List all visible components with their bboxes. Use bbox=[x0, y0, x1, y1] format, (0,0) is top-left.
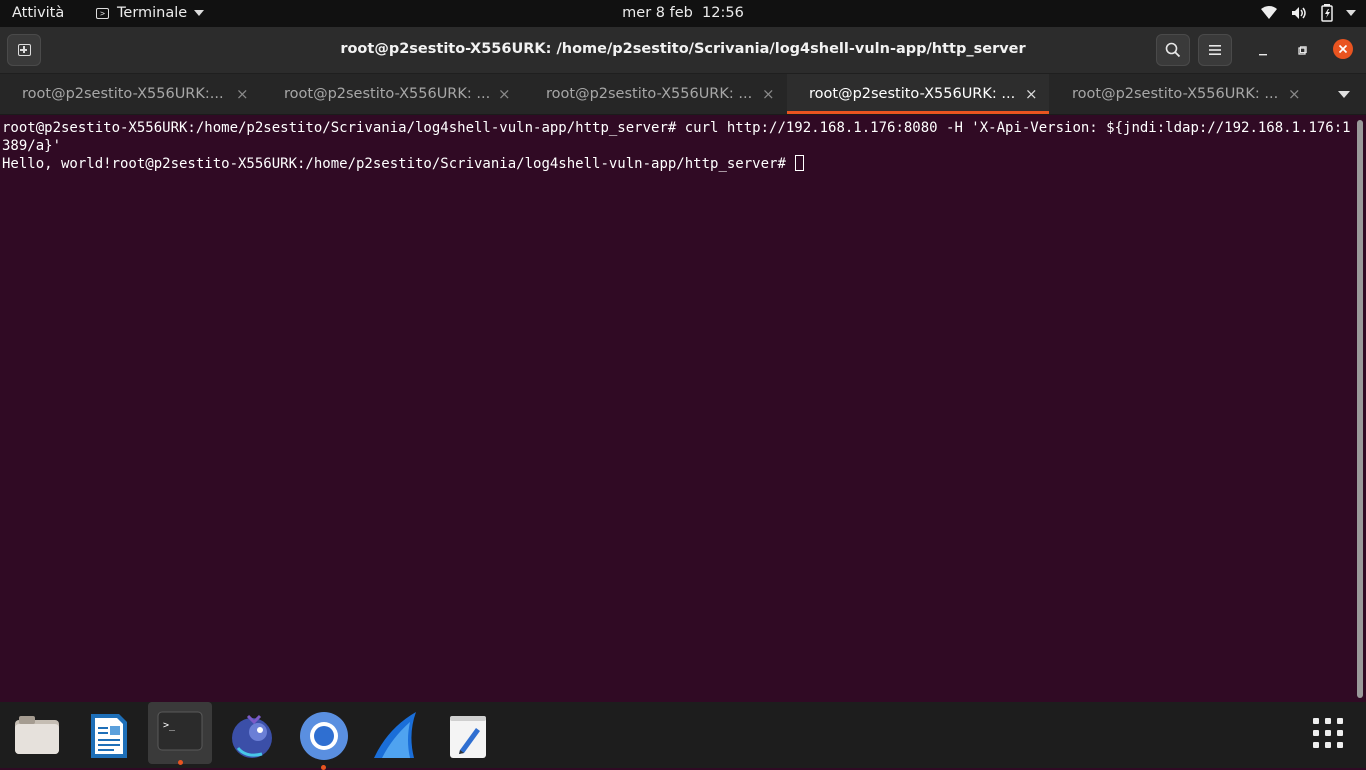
hamburger-menu-icon bbox=[1209, 45, 1221, 55]
tab-label: root@p2sestito-X556URK: ... bbox=[809, 86, 1016, 102]
dock-libreoffice-writer[interactable] bbox=[81, 708, 137, 764]
terminal-small-icon: > bbox=[96, 7, 109, 19]
tab-close-icon[interactable]: × bbox=[498, 85, 511, 103]
tab-terminal-1[interactable]: root@p2sestito-X556URK:... × bbox=[0, 74, 262, 114]
app-menu[interactable]: > Terminale bbox=[96, 5, 205, 21]
tab-terminal-5[interactable]: root@p2sestito-X556URK: ... × bbox=[1050, 74, 1312, 114]
new-tab-icon bbox=[18, 44, 31, 56]
terminal-scrollbar[interactable] bbox=[1357, 120, 1363, 698]
files-icon bbox=[15, 716, 59, 754]
minimize-icon bbox=[1259, 54, 1267, 56]
running-indicator bbox=[178, 760, 183, 765]
wireshark-icon bbox=[374, 712, 416, 758]
dock: >_ bbox=[0, 702, 1366, 770]
terminal-view[interactable]: root@p2sestito-X556URK:/home/p2sestito/S… bbox=[0, 115, 1366, 702]
tab-label: root@p2sestito-X556URK: ... bbox=[284, 86, 491, 102]
chevron-down-icon bbox=[194, 10, 205, 16]
tab-terminal-4-active[interactable]: root@p2sestito-X556URK: ... × bbox=[787, 74, 1049, 114]
terminal-cursor bbox=[795, 155, 805, 171]
window-headerbar: root@p2sestito-X556URK: /home/p2sestito/… bbox=[0, 27, 1366, 74]
wifi-icon bbox=[1261, 6, 1277, 19]
tab-label: root@p2sestito-X556URK: ... bbox=[1072, 86, 1279, 102]
terminal-line: Hello, world!root@p2sestito-X556URK:/hom… bbox=[2, 156, 795, 172]
chromium-icon bbox=[300, 712, 348, 760]
close-icon bbox=[1338, 44, 1348, 54]
dock-chromium[interactable] bbox=[296, 708, 352, 770]
terminal-output: root@p2sestito-X556URK:/home/p2sestito/S… bbox=[2, 119, 1354, 173]
top-bar: Attività > Terminale mer 8 feb 12:56 bbox=[0, 0, 1366, 27]
close-button[interactable] bbox=[1333, 39, 1353, 59]
battery-icon bbox=[1321, 4, 1333, 22]
tab-terminal-3[interactable]: root@p2sestito-X556URK: ... × bbox=[524, 74, 786, 114]
dock-files[interactable] bbox=[9, 708, 65, 764]
volume-icon bbox=[1292, 7, 1306, 19]
system-tray[interactable] bbox=[1260, 4, 1356, 22]
dock-eclipse[interactable] bbox=[224, 708, 280, 764]
tab-close-icon[interactable]: × bbox=[1025, 85, 1038, 103]
search-button[interactable] bbox=[1156, 34, 1190, 66]
minimize-button[interactable] bbox=[1253, 41, 1273, 61]
main-menu-button[interactable] bbox=[1198, 34, 1232, 66]
libreoffice-writer-icon bbox=[91, 714, 127, 758]
clock[interactable]: mer 8 feb 12:56 bbox=[622, 5, 744, 21]
maximize-icon bbox=[1298, 46, 1307, 55]
svg-text:>_: >_ bbox=[163, 720, 176, 731]
tabs-overflow-chevron-icon[interactable] bbox=[1338, 91, 1350, 98]
tab-bar: root@p2sestito-X556URK:... × root@p2sest… bbox=[0, 74, 1366, 115]
power-caret-icon bbox=[1346, 10, 1356, 16]
tab-close-icon[interactable]: × bbox=[762, 85, 775, 103]
dock-wireshark[interactable] bbox=[368, 708, 424, 764]
tab-label: root@p2sestito-X556URK:... bbox=[22, 86, 224, 102]
terminal-line: root@p2sestito-X556URK:/home/p2sestito/S… bbox=[2, 120, 1351, 154]
search-icon bbox=[1165, 42, 1181, 58]
show-applications-icon[interactable] bbox=[1313, 718, 1345, 750]
tab-close-icon[interactable]: × bbox=[236, 85, 249, 103]
active-tab-indicator bbox=[787, 111, 1049, 114]
dock-text-editor[interactable] bbox=[440, 708, 496, 764]
new-tab-button[interactable] bbox=[7, 34, 41, 66]
terminal-icon: >_ bbox=[157, 711, 203, 751]
tab-label: root@p2sestito-X556URK: ... bbox=[546, 86, 753, 102]
activities-button[interactable]: Attività bbox=[12, 5, 64, 21]
dock-terminal[interactable]: >_ bbox=[148, 702, 212, 765]
tab-terminal-2[interactable]: root@p2sestito-X556URK: ... × bbox=[262, 74, 524, 114]
eclipse-icon bbox=[232, 714, 272, 758]
maximize-button[interactable] bbox=[1292, 41, 1312, 61]
text-editor-icon bbox=[450, 716, 486, 758]
tab-close-icon[interactable]: × bbox=[1288, 85, 1301, 103]
app-menu-label: Terminale bbox=[117, 5, 188, 21]
